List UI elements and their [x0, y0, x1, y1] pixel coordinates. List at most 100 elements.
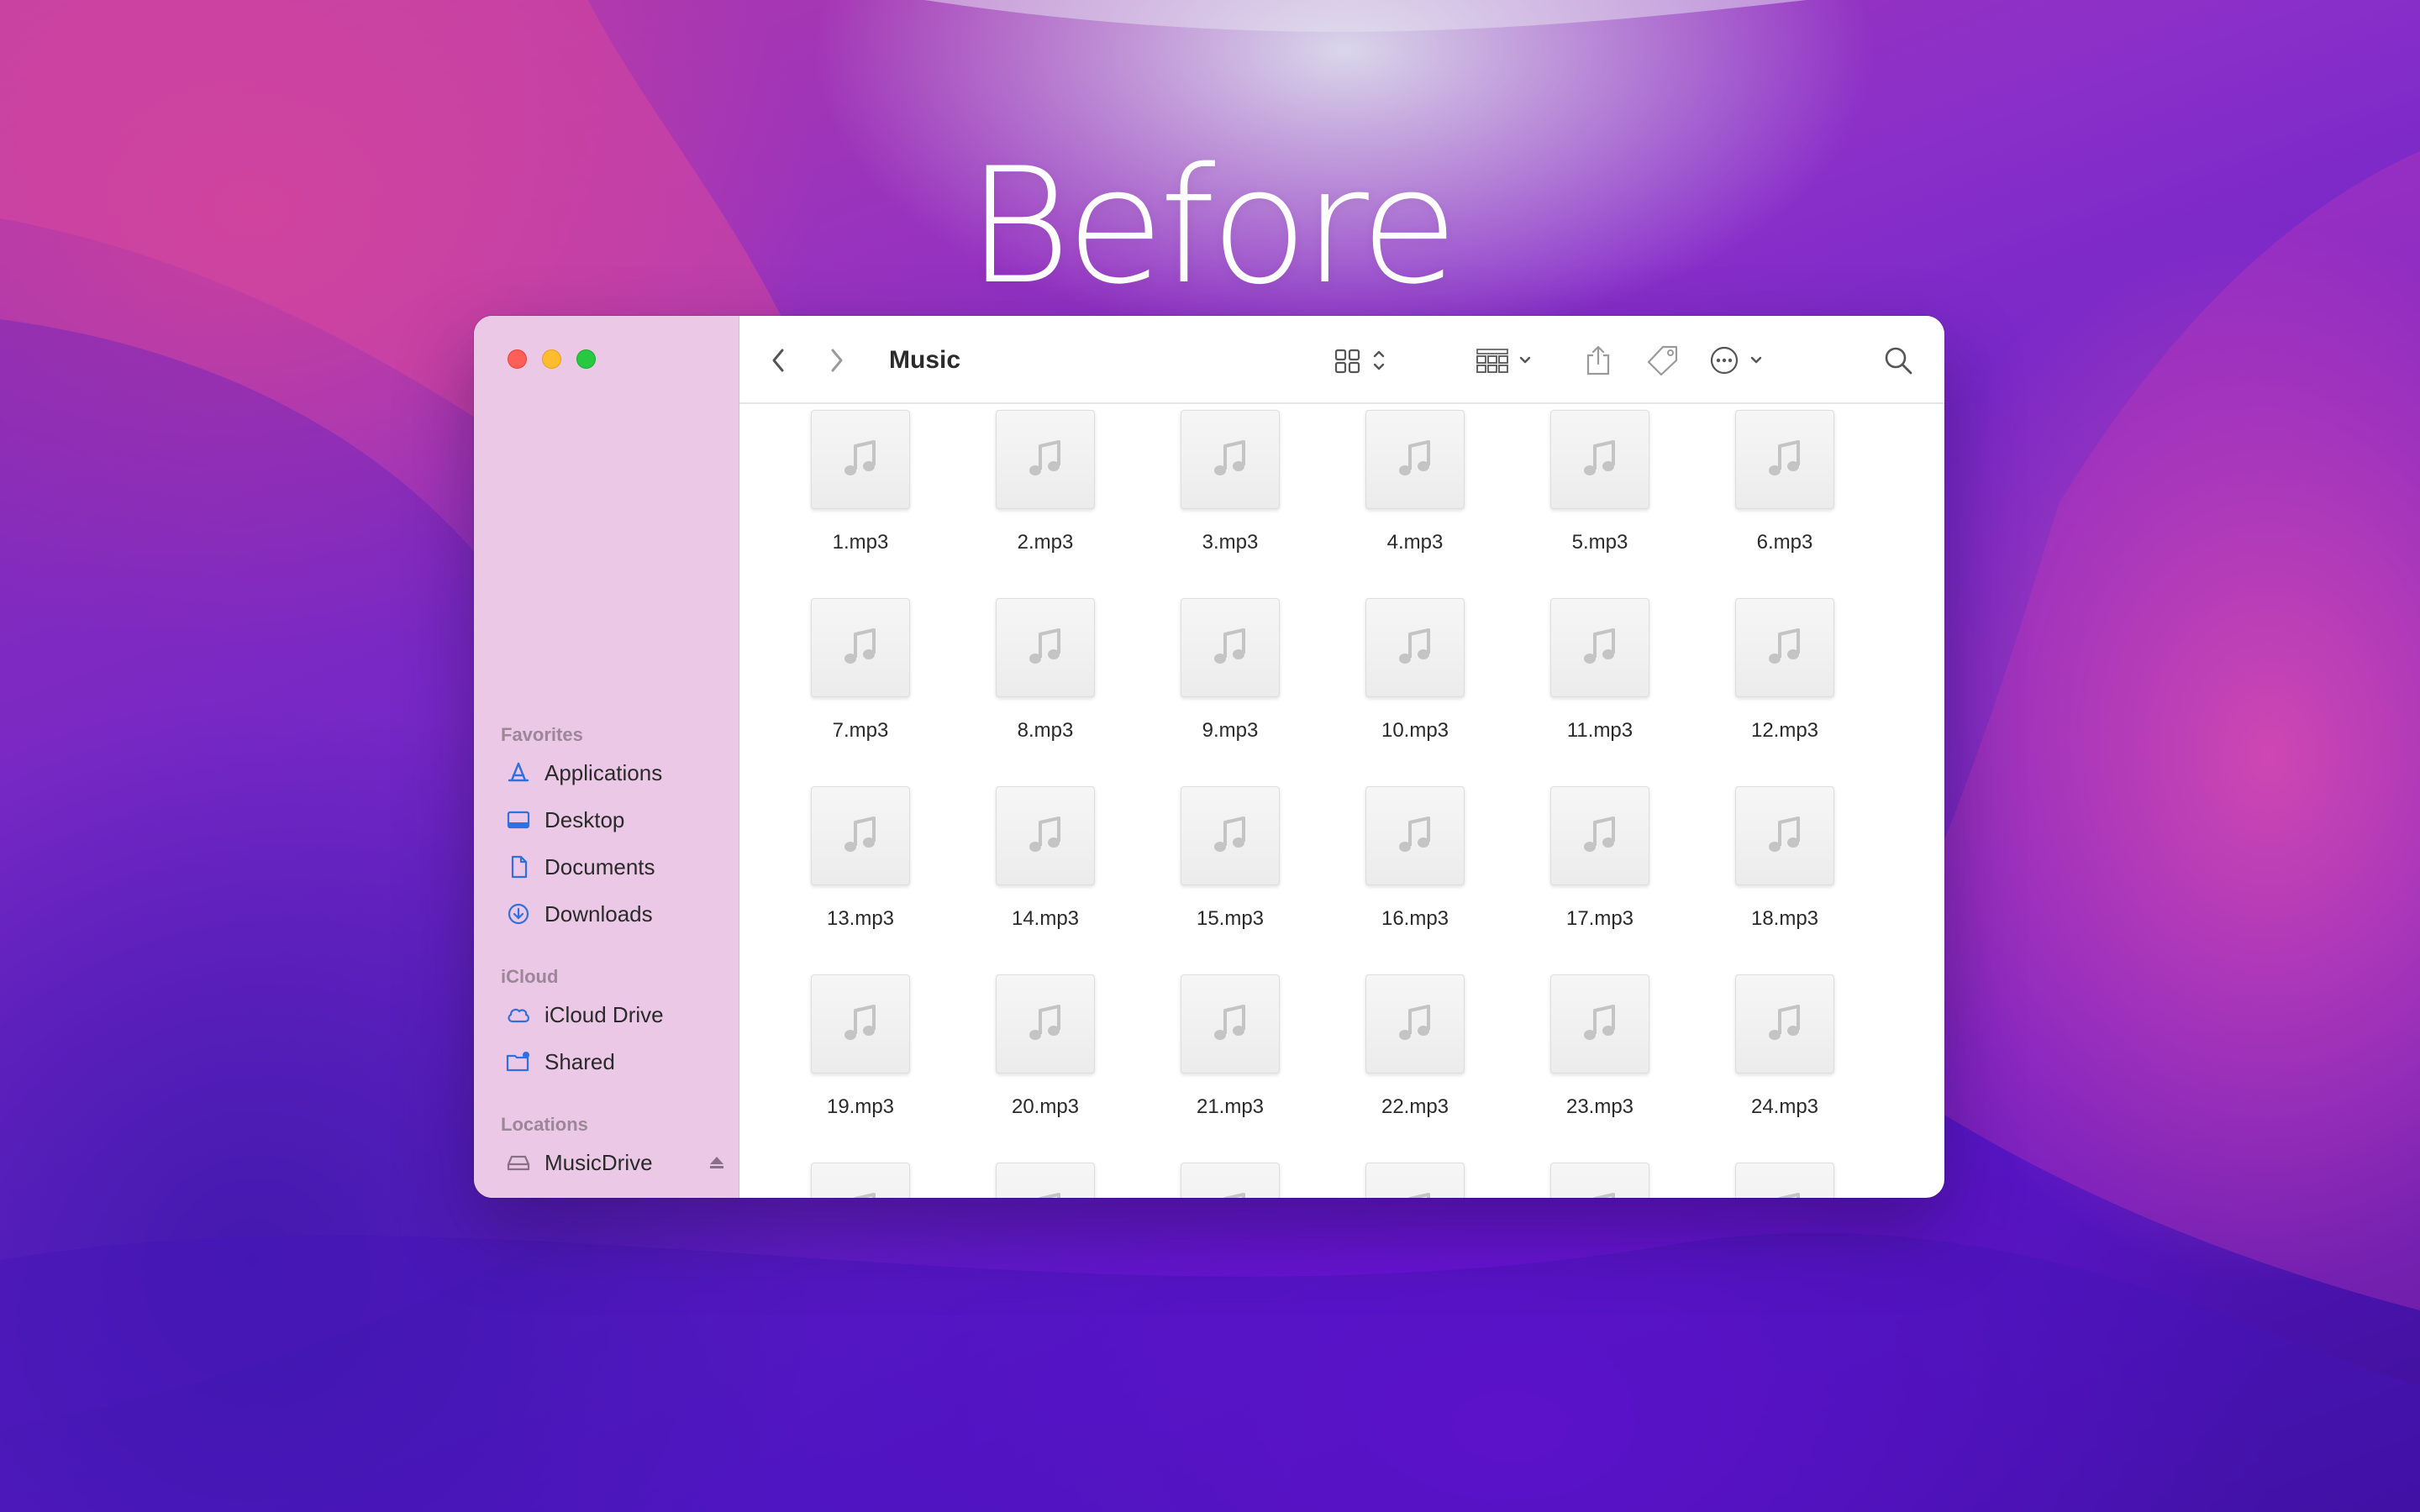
file-item[interactable]: 13.mp3: [776, 783, 944, 942]
search-button[interactable]: [1879, 341, 1918, 380]
sidebar-item-applications[interactable]: Applications: [501, 749, 728, 796]
audio-file-icon: [1550, 786, 1649, 885]
file-name: 11.mp3: [1566, 719, 1634, 742]
file-name: 14.mp3: [1011, 907, 1080, 930]
file-item[interactable]: 3.mp3: [1146, 407, 1314, 566]
sidebar-item-desktop[interactable]: Desktop: [501, 796, 728, 843]
file-item[interactable]: [1516, 1159, 1684, 1198]
audio-file-icon: [1365, 786, 1465, 885]
audio-file-icon: [1181, 1163, 1280, 1198]
file-name: 6.mp3: [1756, 531, 1813, 554]
finder-window: Favorites Applications Desktop Documents: [474, 316, 1944, 1198]
audio-file-icon: [996, 598, 1095, 697]
file-name: 8.mp3: [1017, 719, 1074, 742]
audio-file-icon: [1181, 598, 1280, 697]
file-item[interactable]: 22.mp3: [1331, 971, 1499, 1131]
file-item[interactable]: 5.mp3: [1516, 407, 1684, 566]
file-item[interactable]: [961, 1159, 1129, 1198]
file-item[interactable]: 17.mp3: [1516, 783, 1684, 942]
file-name: 9.mp3: [1202, 719, 1259, 742]
file-name: 7.mp3: [832, 719, 889, 742]
desktop-icon: [504, 806, 533, 834]
audio-file-icon: [1365, 410, 1465, 509]
file-item[interactable]: 7.mp3: [776, 595, 944, 754]
file-name: 3.mp3: [1202, 531, 1259, 554]
file-name: 20.mp3: [1011, 1095, 1080, 1118]
close-window-button[interactable]: [508, 349, 527, 369]
audio-file-icon: [1365, 1163, 1465, 1198]
file-item[interactable]: 6.mp3: [1701, 407, 1869, 566]
tag-icon: [1647, 345, 1678, 376]
sidebar-item-downloads[interactable]: Downloads: [501, 890, 728, 937]
file-item[interactable]: 12.mp3: [1701, 595, 1869, 754]
file-item[interactable]: 8.mp3: [961, 595, 1129, 754]
file-name: 22.mp3: [1381, 1095, 1449, 1118]
file-item[interactable]: 11.mp3: [1516, 595, 1684, 754]
sidebar-item-label: Shared: [544, 1048, 615, 1074]
applications-icon: [504, 759, 533, 787]
audio-file-icon: [1181, 786, 1280, 885]
file-item[interactable]: [1701, 1159, 1869, 1198]
file-item[interactable]: [1331, 1159, 1499, 1198]
audio-file-icon: [996, 974, 1095, 1074]
audio-file-icon: [811, 786, 910, 885]
action-menu-button[interactable]: [1706, 341, 1776, 380]
sidebar-item-documents[interactable]: Documents: [501, 843, 728, 890]
file-name: 12.mp3: [1750, 719, 1819, 742]
toolbar: Music: [739, 316, 1944, 404]
file-item[interactable]: 16.mp3: [1331, 783, 1499, 942]
sidebar: Favorites Applications Desktop Documents: [474, 316, 739, 1198]
file-item[interactable]: 21.mp3: [1146, 971, 1314, 1131]
back-button[interactable]: [761, 341, 795, 380]
zoom-window-button[interactable]: [576, 349, 596, 369]
audio-file-icon: [1550, 1163, 1649, 1198]
audio-file-icon: [1735, 1163, 1834, 1198]
file-item[interactable]: 2.mp3: [961, 407, 1129, 566]
tags-button[interactable]: [1642, 341, 1684, 380]
file-item[interactable]: 14.mp3: [961, 783, 1129, 942]
audio-file-icon: [1735, 974, 1834, 1074]
audio-file-icon: [996, 786, 1095, 885]
drive-icon: [504, 1148, 533, 1177]
sidebar-item-shared[interactable]: Shared: [501, 1038, 728, 1085]
file-item[interactable]: [776, 1159, 944, 1198]
sidebar-item-icloud-drive[interactable]: iCloud Drive: [501, 991, 728, 1038]
file-item[interactable]: [1146, 1159, 1314, 1198]
share-button[interactable]: [1580, 341, 1617, 380]
file-item[interactable]: 15.mp3: [1146, 783, 1314, 942]
file-name: 13.mp3: [826, 907, 895, 930]
eject-icon[interactable]: [706, 1154, 728, 1171]
file-item[interactable]: 19.mp3: [776, 971, 944, 1131]
main-content: Music 1.mp3 2.mp3 3.mp3 4.mp3 5.mp3 6.mp…: [739, 316, 1944, 1198]
audio-file-icon: [811, 410, 910, 509]
chevron-right-icon: [831, 349, 843, 372]
audio-file-icon: [1365, 974, 1465, 1074]
file-name: 2.mp3: [1017, 531, 1074, 554]
document-icon: [504, 853, 533, 881]
minimize-window-button[interactable]: [542, 349, 561, 369]
file-grid: 1.mp3 2.mp3 3.mp3 4.mp3 5.mp3 6.mp3 7.mp3 8.mp3…: [739, 407, 1944, 1198]
forward-button[interactable]: [820, 341, 854, 380]
view-mode-button[interactable]: [1328, 341, 1395, 380]
folder-title: Music: [889, 346, 961, 374]
file-item[interactable]: 10.mp3: [1331, 595, 1499, 754]
sidebar-section-icloud: iCloud iCloud Drive Shared: [501, 963, 728, 1085]
file-item[interactable]: 18.mp3: [1701, 783, 1869, 942]
audio-file-icon: [811, 1163, 910, 1198]
audio-file-icon: [1550, 598, 1649, 697]
group-by-button[interactable]: [1472, 341, 1543, 380]
file-item[interactable]: 9.mp3: [1146, 595, 1314, 754]
file-item[interactable]: 20.mp3: [961, 971, 1129, 1131]
downloads-icon: [504, 900, 533, 928]
cloud-icon: [504, 1000, 533, 1029]
audio-file-icon: [1365, 598, 1465, 697]
file-item[interactable]: 4.mp3: [1331, 407, 1499, 566]
file-name: 15.mp3: [1196, 907, 1265, 930]
file-name: 10.mp3: [1381, 719, 1449, 742]
sidebar-item-musicdrive[interactable]: MusicDrive: [501, 1139, 728, 1186]
sidebar-section-locations: Locations MusicDrive: [501, 1110, 728, 1186]
file-item[interactable]: 1.mp3: [776, 407, 944, 566]
file-item[interactable]: 24.mp3: [1701, 971, 1869, 1131]
file-item[interactable]: 23.mp3: [1516, 971, 1684, 1131]
file-name: 5.mp3: [1571, 531, 1628, 554]
